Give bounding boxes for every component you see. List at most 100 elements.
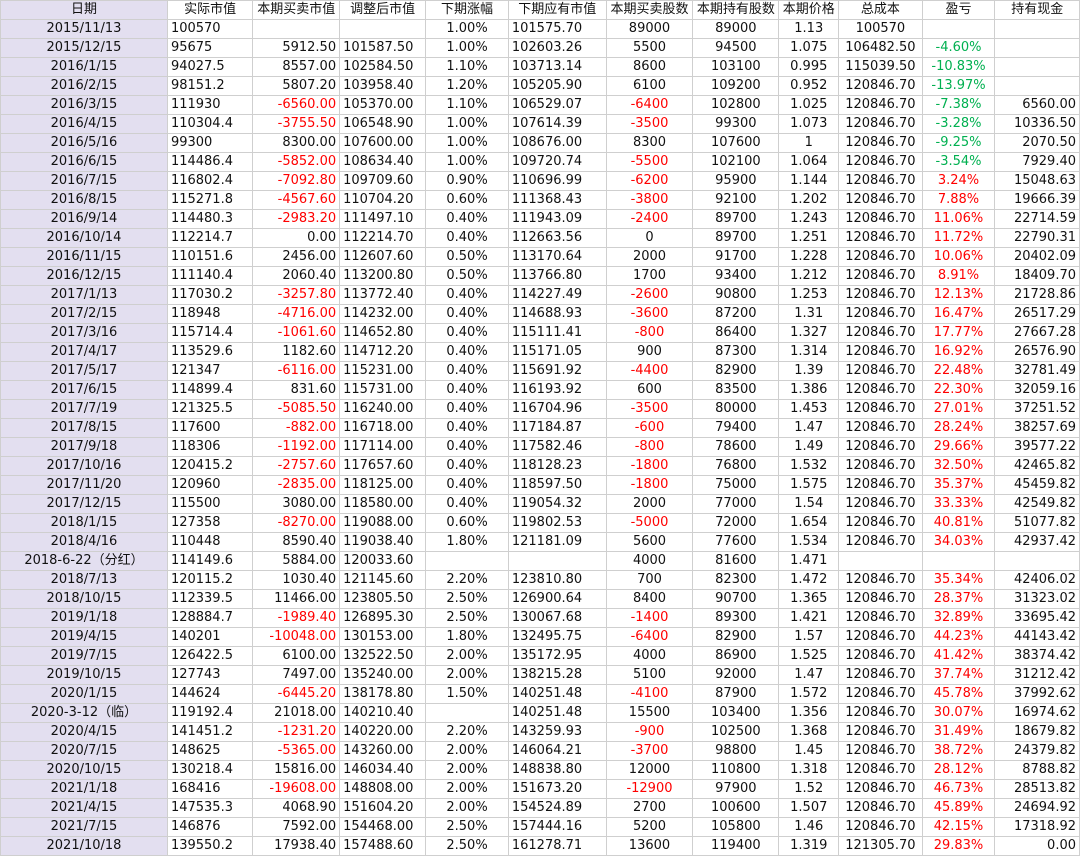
cell-cash[interactable]: 39577.22 xyxy=(994,437,1080,457)
cell-date[interactable]: 2020/7/15 xyxy=(0,741,168,761)
cell-date[interactable]: 2021/10/18 xyxy=(0,836,168,856)
cell-next-growth[interactable]: 2.00% xyxy=(425,798,509,818)
cell-next-target-value[interactable]: 121181.09 xyxy=(507,532,607,552)
cell-actual-value[interactable]: 128884.7 xyxy=(166,608,254,628)
cell-cash[interactable]: 18409.70 xyxy=(994,266,1080,286)
cell-price[interactable]: 1 xyxy=(778,133,840,153)
cell-actual-value[interactable]: 168416 xyxy=(166,779,254,799)
cell-cash[interactable]: 51077.82 xyxy=(994,513,1080,533)
cell-total-cost[interactable]: 120846.70 xyxy=(838,779,923,799)
cell-profit-loss[interactable]: 7.88% xyxy=(921,190,996,210)
cell-trade-shares[interactable]: -1800 xyxy=(605,475,694,495)
header-cell-cash[interactable]: 持有现金 xyxy=(994,0,1080,20)
cell-profit-loss[interactable]: 32.89% xyxy=(921,608,996,628)
cell-next-target-value[interactable]: 114688.93 xyxy=(507,304,607,324)
cell-trade-shares[interactable]: -5500 xyxy=(605,152,694,172)
cell-held-shares[interactable]: 82300 xyxy=(692,570,780,590)
cell-actual-value[interactable]: 121347 xyxy=(166,361,254,381)
cell-next-growth[interactable]: 2.00% xyxy=(425,741,509,761)
cell-date[interactable]: 2016/12/15 xyxy=(0,266,168,286)
cell-adjusted-value[interactable]: 101587.50 xyxy=(339,38,427,58)
cell-cash[interactable]: 38257.69 xyxy=(994,418,1080,438)
cell-actual-value[interactable]: 110448 xyxy=(166,532,254,552)
cell-price[interactable]: 1.534 xyxy=(778,532,840,552)
cell-price[interactable]: 0.995 xyxy=(778,57,840,77)
cell-next-growth[interactable]: 2.50% xyxy=(425,817,509,837)
cell-profit-loss[interactable]: 30.07% xyxy=(921,703,996,723)
cell-next-target-value[interactable]: 119802.53 xyxy=(507,513,607,533)
cell-adjusted-value[interactable]: 120033.60 xyxy=(339,551,427,571)
cell-actual-value[interactable]: 114899.4 xyxy=(166,380,254,400)
cell-held-shares[interactable]: 93400 xyxy=(692,266,780,286)
cell-profit-loss[interactable]: 16.47% xyxy=(921,304,996,324)
cell-held-shares[interactable]: 92000 xyxy=(692,665,780,685)
cell-price[interactable]: 1.532 xyxy=(778,456,840,476)
cell-trade-value[interactable]: 5807.20 xyxy=(252,76,341,96)
cell-next-target-value[interactable]: 135172.95 xyxy=(507,646,607,666)
cell-held-shares[interactable]: 102100 xyxy=(692,152,780,172)
cell-total-cost[interactable]: 106482.50 xyxy=(838,38,923,58)
cell-price[interactable]: 1.472 xyxy=(778,570,840,590)
cell-next-target-value[interactable]: 116704.96 xyxy=(507,399,607,419)
cell-next-target-value[interactable]: 161278.71 xyxy=(507,836,607,856)
cell-trade-value[interactable] xyxy=(252,19,341,39)
cell-date[interactable]: 2020/1/15 xyxy=(0,684,168,704)
cell-profit-loss[interactable] xyxy=(921,19,996,39)
cell-price[interactable]: 1.318 xyxy=(778,760,840,780)
cell-trade-value[interactable]: 5884.00 xyxy=(252,551,341,571)
cell-next-target-value[interactable]: 117184.87 xyxy=(507,418,607,438)
cell-actual-value[interactable]: 126422.5 xyxy=(166,646,254,666)
cell-price[interactable]: 1.073 xyxy=(778,114,840,134)
cell-total-cost[interactable]: 120846.70 xyxy=(838,399,923,419)
cell-held-shares[interactable]: 97900 xyxy=(692,779,780,799)
header-cell-trade-value[interactable]: 本期买卖市值 xyxy=(252,0,341,20)
cell-cash[interactable]: 10336.50 xyxy=(994,114,1080,134)
cell-date[interactable]: 2017/9/18 xyxy=(0,437,168,457)
cell-trade-shares[interactable]: 900 xyxy=(605,342,694,362)
cell-price[interactable]: 1.47 xyxy=(778,665,840,685)
cell-trade-value[interactable]: -2757.60 xyxy=(252,456,341,476)
cell-date[interactable]: 2020-3-12（临） xyxy=(0,703,168,723)
cell-price[interactable]: 1.327 xyxy=(778,323,840,343)
cell-price[interactable]: 1.572 xyxy=(778,684,840,704)
cell-total-cost[interactable]: 121305.70 xyxy=(838,836,923,856)
cell-profit-loss[interactable]: 10.06% xyxy=(921,247,996,267)
cell-cash[interactable] xyxy=(994,38,1080,58)
cell-trade-value[interactable]: 1030.40 xyxy=(252,570,341,590)
cell-profit-loss[interactable]: 17.77% xyxy=(921,323,996,343)
cell-price[interactable]: 1.39 xyxy=(778,361,840,381)
cell-adjusted-value[interactable]: 148808.00 xyxy=(339,779,427,799)
cell-held-shares[interactable]: 102500 xyxy=(692,722,780,742)
cell-total-cost[interactable]: 120846.70 xyxy=(838,304,923,324)
cell-next-growth[interactable]: 1.20% xyxy=(425,76,509,96)
cell-actual-value[interactable]: 99300 xyxy=(166,133,254,153)
cell-total-cost[interactable]: 120846.70 xyxy=(838,570,923,590)
cell-trade-shares[interactable]: -6400 xyxy=(605,627,694,647)
cell-profit-loss[interactable] xyxy=(921,551,996,571)
cell-next-growth[interactable]: 0.90% xyxy=(425,171,509,191)
cell-trade-value[interactable]: 1182.60 xyxy=(252,342,341,362)
cell-actual-value[interactable]: 112214.7 xyxy=(166,228,254,248)
cell-next-growth[interactable]: 1.00% xyxy=(425,38,509,58)
cell-held-shares[interactable]: 102800 xyxy=(692,95,780,115)
cell-total-cost[interactable]: 120846.70 xyxy=(838,95,923,115)
cell-adjusted-value[interactable]: 103958.40 xyxy=(339,76,427,96)
cell-next-growth[interactable]: 0.40% xyxy=(425,361,509,381)
cell-cash[interactable]: 42937.42 xyxy=(994,532,1080,552)
cell-trade-value[interactable]: -19608.00 xyxy=(252,779,341,799)
cell-next-growth[interactable]: 2.00% xyxy=(425,779,509,799)
cell-trade-shares[interactable]: -1800 xyxy=(605,456,694,476)
cell-adjusted-value[interactable]: 109709.60 xyxy=(339,171,427,191)
cell-trade-value[interactable]: 21018.00 xyxy=(252,703,341,723)
cell-cash[interactable]: 22714.59 xyxy=(994,209,1080,229)
cell-trade-value[interactable]: -5365.00 xyxy=(252,741,341,761)
cell-next-growth[interactable]: 0.40% xyxy=(425,399,509,419)
cell-trade-shares[interactable]: -6400 xyxy=(605,95,694,115)
cell-total-cost[interactable]: 120846.70 xyxy=(838,589,923,609)
cell-date[interactable]: 2015/12/15 xyxy=(0,38,168,58)
cell-date[interactable]: 2016/6/15 xyxy=(0,152,168,172)
cell-profit-loss[interactable]: 34.03% xyxy=(921,532,996,552)
cell-adjusted-value[interactable]: 135240.00 xyxy=(339,665,427,685)
cell-profit-loss[interactable]: 28.24% xyxy=(921,418,996,438)
cell-price[interactable]: 1.253 xyxy=(778,285,840,305)
